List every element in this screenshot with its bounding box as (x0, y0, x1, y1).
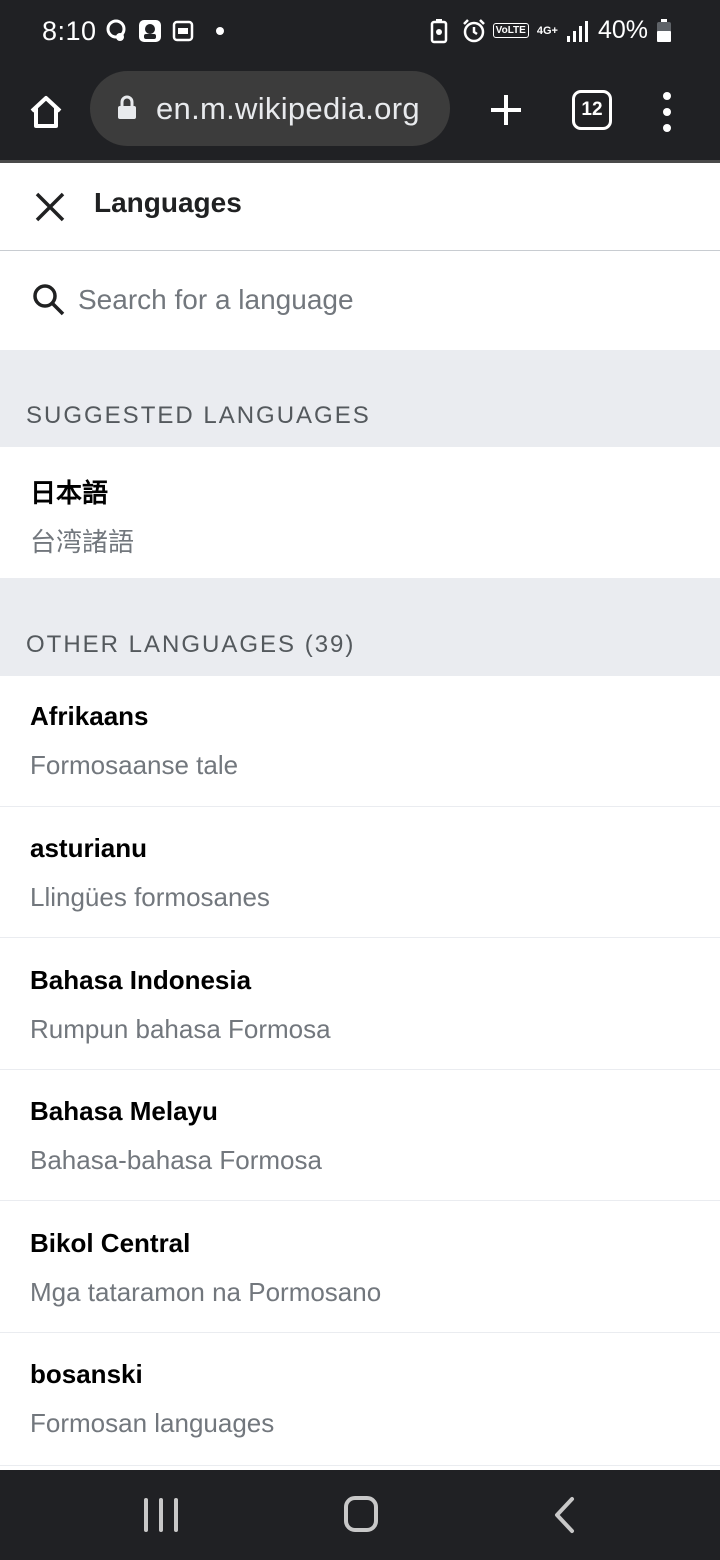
back-icon (555, 1497, 574, 1533)
list-item[interactable]: Bahasa Indonesia Rumpun bahasa Formosa (0, 938, 720, 1070)
home-button[interactable] (22, 88, 70, 136)
article-title: Mga tataramon na Pormosano (30, 1277, 382, 1307)
system-nav-bar (0, 1470, 720, 1560)
volte-icon: VoLTE (492, 23, 529, 38)
plus-icon (491, 95, 521, 125)
signal-icon (566, 18, 590, 44)
more-notifications-dot (216, 27, 224, 35)
list-item[interactable]: Bikol Central Mga tataramon na Pormosano (0, 1201, 720, 1333)
network-4g-icon: 4G+ (536, 24, 558, 37)
list-item[interactable]: Bahasa Melayu Bahasa-bahasa Formosa (0, 1070, 720, 1201)
search-input[interactable] (78, 276, 678, 324)
lock-icon (116, 95, 138, 121)
chat-app-icon (138, 18, 162, 44)
browser-toolbar: en.m.wikipedia.org 12 (0, 66, 720, 162)
section-label: OTHER LANGUAGES (39) (26, 631, 356, 658)
language-name: Bikol Central (30, 1228, 191, 1258)
article-title: Rumpun bahasa Formosa (30, 1014, 331, 1044)
browser-menu-button[interactable] (652, 88, 682, 136)
page-title: Languages (94, 187, 242, 218)
battery-percent: 40% (597, 16, 648, 44)
list-item[interactable]: bosanski Formosan languages (0, 1333, 720, 1466)
address-bar[interactable]: en.m.wikipedia.org (90, 71, 450, 146)
home-nav-button[interactable] (344, 1496, 378, 1532)
app-notification-icon (172, 18, 196, 44)
tab-switcher-button[interactable]: 12 (572, 90, 612, 130)
new-tab-button[interactable] (482, 86, 530, 134)
language-name: asturianu (30, 833, 148, 863)
language-name: Bahasa Melayu (30, 1096, 218, 1126)
list-item[interactable]: asturianu Llingües formosanes (0, 807, 720, 938)
language-name: 日本語 (30, 478, 109, 508)
close-icon (35, 192, 65, 222)
article-title: Llingües formosanes (30, 882, 270, 912)
recent-apps-icon (144, 1498, 148, 1532)
languages-header: Languages (0, 163, 720, 251)
battery-icon (656, 18, 680, 44)
language-name: Afrikaans (30, 701, 149, 731)
battery-saver-icon (429, 18, 453, 44)
other-languages-header: OTHER LANGUAGES (39) (0, 578, 720, 676)
language-name: bosanski (30, 1359, 143, 1389)
article-title: Formosaanse tale (30, 750, 239, 780)
article-title: 台湾諸語 (30, 527, 135, 557)
home-icon (30, 96, 62, 128)
list-item[interactable]: 日本語 台湾諸語 (0, 447, 720, 578)
status-time: 8:10 (42, 16, 97, 46)
language-search (0, 251, 720, 350)
back-button[interactable] (548, 1496, 582, 1534)
status-bar: 8:10 VoLTE 4G+ 40% (0, 0, 720, 66)
close-button[interactable] (30, 187, 70, 227)
list-item[interactable]: Afrikaans Formosaanse tale (0, 676, 720, 807)
language-name: Bahasa Indonesia (30, 965, 252, 995)
section-label: SUGGESTED LANGUAGES (26, 402, 371, 429)
url-text: en.m.wikipedia.org (156, 91, 420, 126)
suggested-languages-header: SUGGESTED LANGUAGES (0, 350, 720, 447)
article-title: Formosan languages (30, 1408, 275, 1438)
status-left-icons (104, 18, 224, 44)
network-activity-icon (104, 18, 128, 44)
status-right-icons: VoLTE 4G+ 40% (429, 16, 680, 45)
alarm-icon (461, 18, 485, 44)
recent-apps-button[interactable] (144, 1498, 178, 1532)
article-title: Bahasa-bahasa Formosa (30, 1145, 322, 1175)
more-vert-icon (663, 92, 671, 100)
search-icon (32, 283, 66, 317)
